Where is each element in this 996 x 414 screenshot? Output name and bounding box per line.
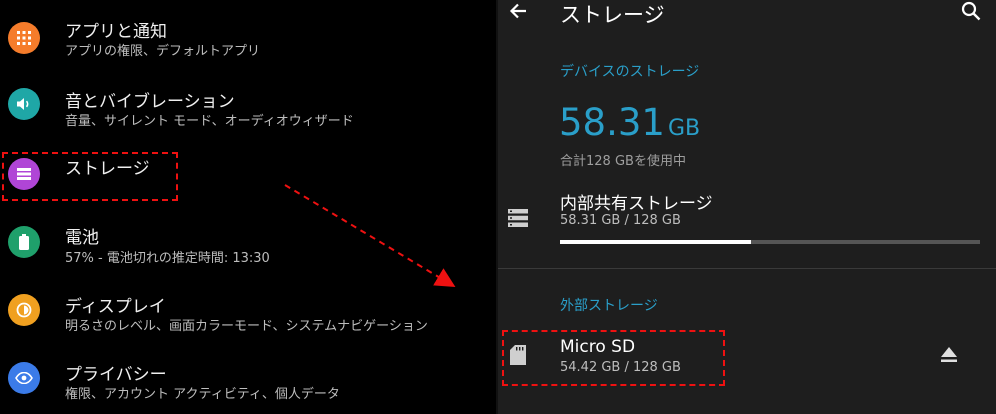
storage-stack-icon xyxy=(508,209,528,231)
used-storage-summary: 58.31 GB xyxy=(559,101,700,144)
sd-highlight-box xyxy=(502,330,725,386)
eject-icon[interactable] xyxy=(940,347,958,367)
device-storage-header: デバイスのストレージ xyxy=(560,64,700,80)
internal-storage-progress xyxy=(560,240,980,244)
internal-storage-progress-fill xyxy=(560,240,752,244)
internal-storage-title: 内部共有ストレージ xyxy=(560,194,713,214)
external-storage-header: 外部ストレージ xyxy=(560,298,658,314)
total-storage-text: 合計128 GBを使用中 xyxy=(560,154,686,169)
page-title: ストレージ xyxy=(560,3,665,27)
internal-storage-subtitle: 58.31 GB / 128 GB xyxy=(560,213,681,228)
back-arrow-icon[interactable] xyxy=(508,0,530,22)
storage-screen: ストレージ デバイスのストレージ 58.31 GB 合計128 GBを使用中 内部… xyxy=(498,0,996,414)
used-value: 58.31 xyxy=(559,101,665,144)
search-icon[interactable] xyxy=(960,0,982,22)
used-unit: GB xyxy=(667,116,701,141)
internal-storage-row[interactable]: 内部共有ストレージ 58.31 GB / 128 GB xyxy=(498,180,996,254)
section-divider xyxy=(498,268,996,269)
